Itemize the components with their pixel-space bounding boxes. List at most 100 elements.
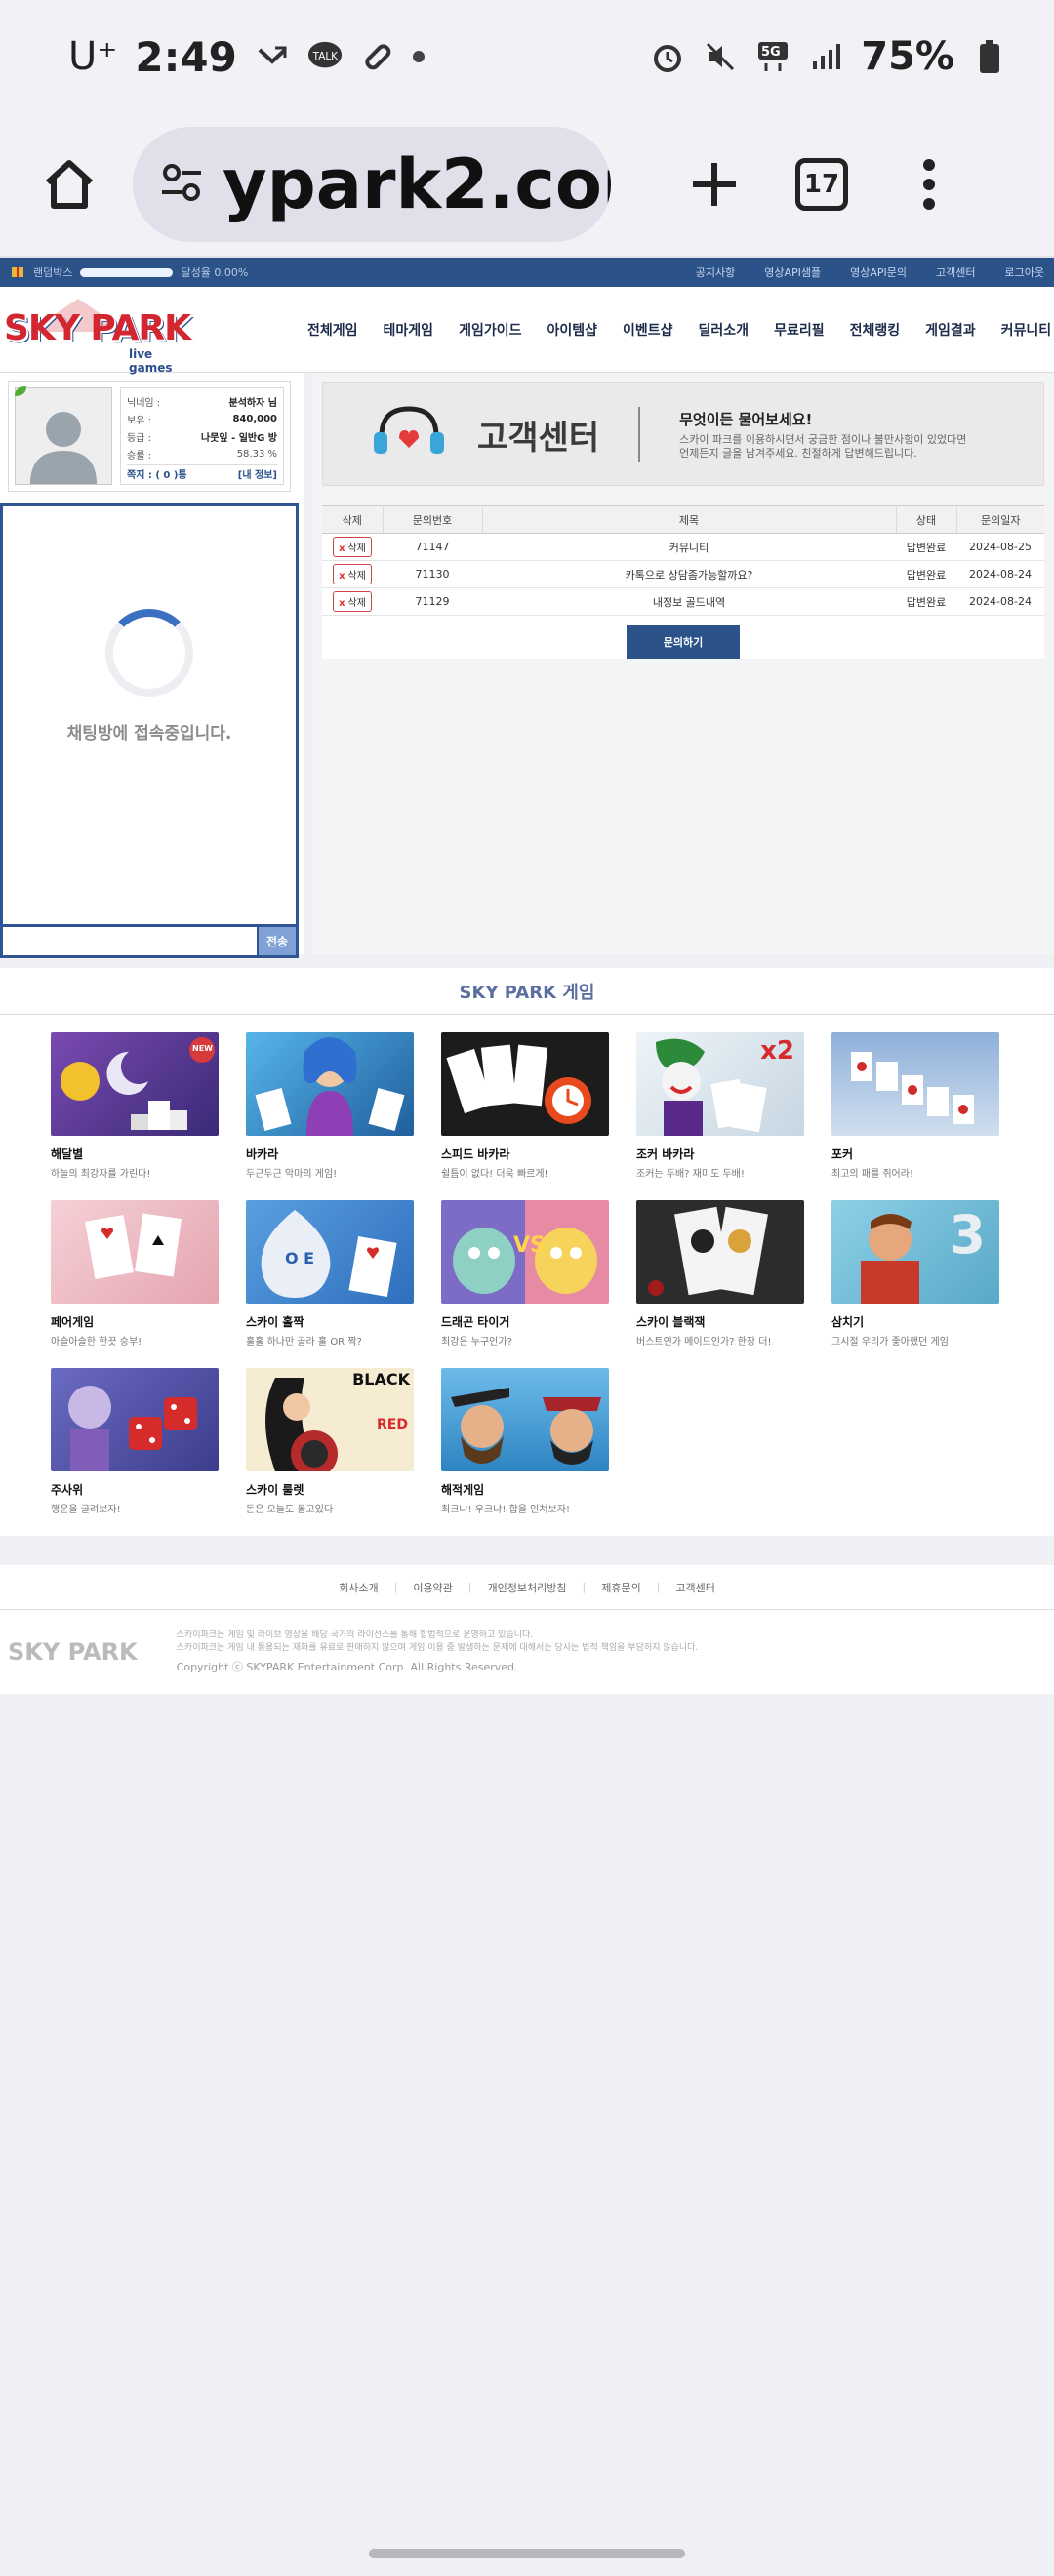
- top-link-logout[interactable]: 로그아웃: [1005, 264, 1044, 280]
- random-box-icon[interactable]: [10, 263, 25, 282]
- inquiry-id: 71147: [383, 533, 482, 561]
- game-name[interactable]: 스카이 홀짝: [246, 1313, 414, 1330]
- top-link-api-sample[interactable]: 영상API샘플: [764, 264, 821, 280]
- footer-link-support[interactable]: 고객센터: [675, 1580, 714, 1595]
- home-icon[interactable]: [35, 150, 103, 219]
- svg-text:5G: 5G: [761, 45, 781, 60]
- footer-link-privacy[interactable]: 개인정보처리방침: [488, 1580, 567, 1595]
- game-name[interactable]: 해적게임: [441, 1481, 609, 1498]
- table-row[interactable]: x 삭제 71129 내정보 골드내역 답변완료 2024-08-24: [322, 587, 1044, 616]
- game-thumbnail[interactable]: BLACK RED: [246, 1368, 414, 1471]
- game-name[interactable]: 해달별: [51, 1146, 219, 1162]
- inquiry-status: 답변완료: [896, 533, 956, 561]
- game-thumbnail[interactable]: [51, 1200, 219, 1304]
- banner-divider: [638, 407, 641, 462]
- game-card-speed-baccarat[interactable]: 스피드 바카라 쉴틈이 없다! 더욱 빠르게!: [441, 1032, 609, 1188]
- inquiry-title[interactable]: 카톡으로 상담좀가능할까요?: [482, 560, 896, 588]
- game-name[interactable]: 스피드 바카라: [441, 1146, 609, 1162]
- game-desc: 최크냐! 우크냐! 합을 인쳐보자!: [441, 1505, 570, 1515]
- nav-free-refill[interactable]: 무료리필: [774, 320, 825, 340]
- game-desc: 최강은 누구인가?: [441, 1337, 512, 1348]
- random-box-label[interactable]: 랜덤박스: [33, 264, 72, 280]
- site-settings-icon[interactable]: [158, 159, 205, 210]
- new-tab-icon[interactable]: [675, 145, 753, 223]
- game-card-dice[interactable]: 주사위 행운을 굴려보자!: [51, 1368, 219, 1524]
- game-name[interactable]: 조커 바카라: [636, 1146, 804, 1162]
- game-card-sun-moon-star[interactable]: NEW 해달별 하늘의 최강자를 가린다!: [51, 1032, 219, 1188]
- nav-theme-games[interactable]: 테마게임: [384, 320, 434, 340]
- game-card-poker[interactable]: 포커 최고의 패를 쥐어라!: [831, 1032, 999, 1188]
- game-desc: 쉴틈이 없다! 더욱 빠르게!: [441, 1169, 548, 1180]
- game-card-joker-baccarat[interactable]: x2 조커 바카라 조커는 두배? 재미도 두배!: [636, 1032, 804, 1188]
- url-text[interactable]: ypark2.com: [223, 144, 611, 224]
- address-bar[interactable]: ypark2.com: [133, 127, 611, 242]
- gesture-home-bar[interactable]: [369, 2549, 685, 2558]
- game-card-samchigi[interactable]: 3 삼치기 그시절 우리가 좋아했던 게임: [831, 1200, 999, 1356]
- game-thumbnail[interactable]: O E: [246, 1200, 414, 1304]
- game-name[interactable]: 페어게임: [51, 1313, 219, 1330]
- nav-event-shop[interactable]: 이벤트샵: [623, 320, 673, 340]
- game-desc: 홀홀 하나만 골라 홀 OR 짝?: [246, 1337, 362, 1348]
- nav-game-guide[interactable]: 게임가이드: [459, 320, 521, 340]
- game-thumbnail[interactable]: [246, 1032, 414, 1136]
- game-thumbnail[interactable]: 3: [831, 1200, 999, 1304]
- site-logo[interactable]: SKY PARK live games: [0, 291, 195, 375]
- footer-link-company[interactable]: 회사소개: [339, 1580, 378, 1595]
- table-row[interactable]: x 삭제 71130 카톡으로 상담좀가능할까요? 답변완료 2024-08-24: [322, 560, 1044, 588]
- game-name[interactable]: 삼치기: [831, 1313, 999, 1330]
- delete-button[interactable]: x 삭제: [333, 537, 372, 557]
- game-thumbnail[interactable]: [441, 1368, 609, 1471]
- grade-label: 등급 :: [127, 432, 151, 444]
- game-card-sky-odd-even[interactable]: O E 스카이 홀짝 홀홀 하나만 골라 홀 OR 짝?: [246, 1200, 414, 1356]
- tab-switcher-button[interactable]: 17: [783, 145, 861, 223]
- ask-question-button[interactable]: 문의하기: [627, 625, 740, 659]
- game-name[interactable]: 주사위: [51, 1481, 219, 1498]
- delete-button[interactable]: x 삭제: [333, 591, 372, 612]
- network-5g-icon: 5G: [755, 39, 790, 74]
- message-count-link[interactable]: 쪽지 : ( 0 )통: [127, 466, 187, 481]
- game-thumbnail[interactable]: [441, 1032, 609, 1136]
- game-thumbnail[interactable]: VS: [441, 1200, 609, 1304]
- game-name[interactable]: 포커: [831, 1146, 999, 1162]
- table-row[interactable]: x 삭제 71147 커뮤니티 답변완료 2024-08-25: [322, 533, 1044, 561]
- new-badge: NEW: [192, 1044, 213, 1053]
- nav-ranking[interactable]: 전체랭킹: [850, 320, 901, 340]
- top-link-customer-center[interactable]: 고객센터: [936, 264, 975, 280]
- game-card-dragon-tiger[interactable]: VS 드래곤 타이거 최강은 누구인가?: [441, 1200, 609, 1356]
- top-link-notice[interactable]: 공지사항: [696, 264, 735, 280]
- game-card-pirate[interactable]: 해적게임 최크냐! 우크냐! 합을 인쳐보자!: [441, 1368, 609, 1524]
- game-thumbnail[interactable]: NEW: [51, 1032, 219, 1136]
- game-name[interactable]: 드래곤 타이거: [441, 1313, 609, 1330]
- nav-community[interactable]: 커뮤니티: [1001, 320, 1052, 340]
- inquiry-title[interactable]: 내정보 골드내역: [482, 587, 896, 616]
- game-thumbnail[interactable]: [51, 1368, 219, 1471]
- game-thumbnail[interactable]: [636, 1200, 804, 1304]
- game-card-pair[interactable]: 페어게임 아슬아슬한 한끗 승부!: [51, 1200, 219, 1356]
- nav-dealers[interactable]: 딜러소개: [699, 320, 750, 340]
- inquiry-title[interactable]: 커뮤니티: [482, 533, 896, 561]
- battery-percent: 75%: [861, 34, 954, 79]
- footer-link-terms[interactable]: 이용약관: [413, 1580, 452, 1595]
- nav-game-results[interactable]: 게임결과: [925, 320, 976, 340]
- game-thumbnail[interactable]: x2: [636, 1032, 804, 1136]
- game-card-sky-blackjack[interactable]: 스카이 블랙잭 버스트인가 메이드인가? 한장 더!: [636, 1200, 804, 1356]
- game-name[interactable]: 스카이 블랙잭: [636, 1313, 804, 1330]
- game-name[interactable]: 스카이 룰렛: [246, 1481, 414, 1498]
- nav-item-shop[interactable]: 아이템샵: [547, 320, 597, 340]
- col-delete: 삭제: [322, 505, 384, 534]
- top-link-api-inquiry[interactable]: 영상API문의: [850, 264, 907, 280]
- game-desc: 최고의 패를 쥐어라!: [831, 1169, 913, 1180]
- game-name[interactable]: 바카라: [246, 1146, 414, 1162]
- my-info-link[interactable]: [내 정보]: [238, 466, 277, 481]
- game-card-sky-roulette[interactable]: BLACK RED 스카이 룰렛 돈은 오늘도 돌고있다: [246, 1368, 414, 1524]
- footer-link-partnership[interactable]: 제휴문의: [601, 1580, 640, 1595]
- game-thumbnail[interactable]: [831, 1032, 999, 1136]
- more-menu-icon[interactable]: [890, 145, 968, 223]
- customer-center-title: 고객센터: [477, 418, 600, 458]
- chat-input[interactable]: [3, 927, 257, 955]
- nav-all-games[interactable]: 전체게임: [307, 320, 358, 340]
- game-card-baccarat[interactable]: 바카라 두근두근 악마의 게임!: [246, 1032, 414, 1188]
- delete-button[interactable]: x 삭제: [333, 564, 372, 584]
- chat-send-button[interactable]: 전송: [257, 927, 296, 955]
- main-nav: 전체게임 테마게임 게임가이드 아이템샵 이벤트샵 딜러소개 무료리필 전체랭킹…: [307, 320, 1051, 340]
